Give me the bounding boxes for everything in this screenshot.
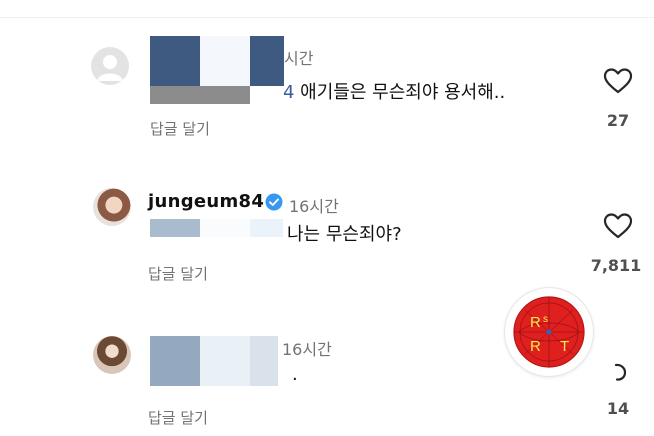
reply-button[interactable]: 답글 달기 — [150, 118, 210, 139]
redacted-text — [150, 86, 250, 104]
like-count: 7,811 — [590, 256, 642, 275]
stamp-letter: R — [530, 314, 541, 331]
mention-fragment[interactable]: 4 — [283, 82, 294, 103]
stamp-letter: T — [560, 338, 570, 355]
redacted-username — [250, 36, 284, 86]
redacted-username — [150, 336, 200, 386]
stamp-watermark: R s R T — [505, 288, 593, 376]
redacted-username — [150, 36, 200, 86]
verified-badge-icon — [265, 193, 283, 211]
comment-item: jungeum84 16시간 나는 무슨죄야? 답글 달기 7,811 — [0, 150, 654, 290]
comment-time: 16시간 — [282, 340, 332, 359]
refresh-icon[interactable] — [606, 360, 630, 384]
stamp-logo-icon — [513, 296, 585, 368]
redacted-username — [250, 336, 278, 386]
reply-button[interactable]: 답글 달기 — [148, 407, 208, 428]
like-count: 14 — [606, 399, 630, 418]
comment-username[interactable]: jungeum84 — [148, 191, 264, 212]
comment-text: . — [292, 364, 298, 385]
comment-item: 시간 4 애기들은 무슨죄야 용서해.. 답글 달기 27 — [0, 0, 654, 150]
redacted-text — [250, 219, 283, 237]
stamp-letter: R — [530, 338, 541, 355]
redacted-username — [200, 336, 250, 386]
comment-body: 애기들은 무슨죄야 용서해.. — [294, 82, 506, 103]
reply-button[interactable]: 답글 달기 — [148, 263, 208, 284]
heart-icon[interactable] — [603, 67, 633, 95]
avatar[interactable] — [93, 188, 131, 226]
redacted-text — [200, 219, 250, 237]
redacted-text — [150, 219, 200, 237]
default-avatar-icon[interactable] — [91, 47, 129, 85]
avatar[interactable] — [93, 336, 131, 374]
comment-text: 나는 무슨죄야? — [287, 224, 402, 245]
like-count: 27 — [606, 111, 630, 130]
comment-time: 16시간 — [289, 197, 339, 216]
heart-icon[interactable] — [603, 212, 633, 240]
comment-time: 시간 — [284, 49, 314, 68]
stamp-letter: s — [543, 314, 548, 325]
redacted-username — [200, 36, 250, 86]
comment-text: 4 애기들은 무슨죄야 용서해.. — [283, 78, 505, 104]
